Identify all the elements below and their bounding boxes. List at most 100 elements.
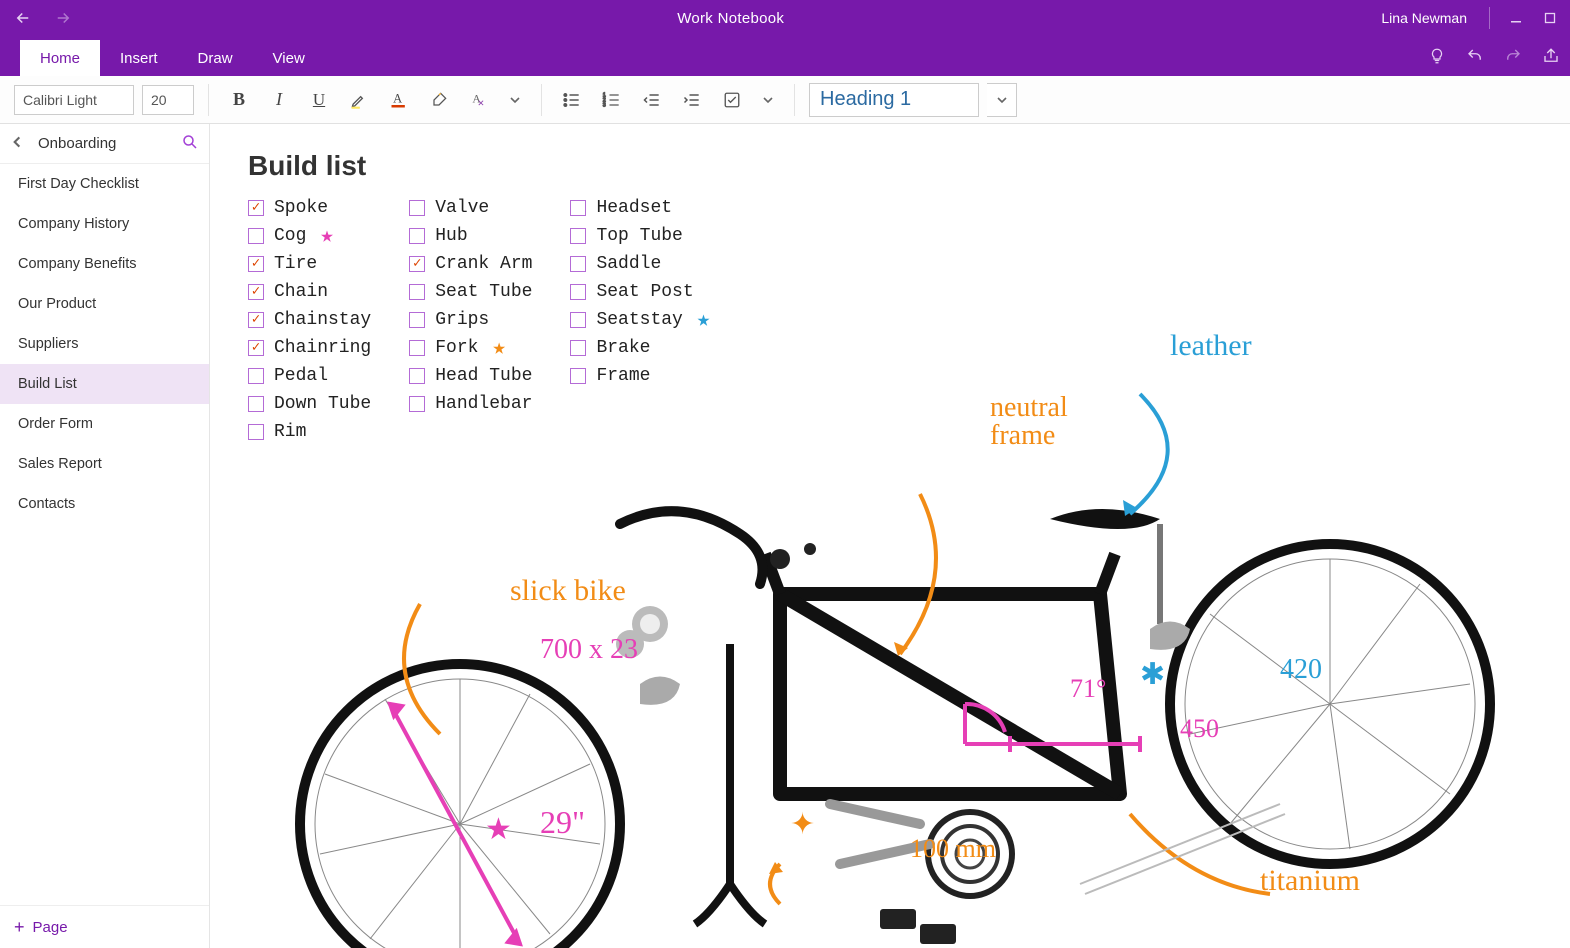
check-item[interactable]: Valve (409, 196, 532, 220)
number-list-button[interactable]: 123 (596, 84, 628, 116)
checkbox-icon[interactable] (409, 228, 425, 244)
check-label: Hub (435, 226, 467, 246)
tab-insert[interactable]: Insert (100, 40, 178, 76)
add-page-button[interactable]: + Page (0, 905, 209, 948)
checkbox-icon[interactable] (409, 284, 425, 300)
sidebar-page[interactable]: Our Product (0, 284, 209, 324)
check-label: Spoke (274, 198, 328, 218)
check-item[interactable]: Headset (570, 196, 710, 220)
italic-button[interactable]: I (263, 84, 295, 116)
check-item[interactable]: Spoke (248, 196, 371, 220)
check-label: Top Tube (596, 226, 682, 246)
checkbox-icon[interactable] (570, 228, 586, 244)
sidebar-page[interactable]: Build List (0, 364, 209, 404)
checkbox-icon[interactable] (248, 284, 264, 300)
tab-view[interactable]: View (253, 40, 325, 76)
tab-draw[interactable]: Draw (178, 40, 253, 76)
font-more-dropdown[interactable] (503, 94, 527, 106)
check-label: Crank Arm (435, 254, 532, 274)
outdent-button[interactable] (636, 84, 668, 116)
styles-dropdown[interactable] (987, 83, 1017, 117)
page-list: First Day ChecklistCompany HistoryCompan… (0, 164, 209, 905)
sidebar-page[interactable]: Sales Report (0, 444, 209, 484)
check-item[interactable]: Top Tube (570, 224, 710, 248)
check-item[interactable]: Tire (248, 252, 371, 276)
format-painter-button[interactable] (423, 84, 455, 116)
sidebar-page[interactable]: Company History (0, 204, 209, 244)
undo-icon (1466, 47, 1484, 65)
sidebar-page[interactable]: Order Form (0, 404, 209, 444)
check-item[interactable]: Chain (248, 280, 371, 304)
styles-select[interactable]: Heading 1 (809, 83, 979, 117)
annot-100: 100 mm (910, 834, 996, 864)
paragraph-more-dropdown[interactable] (756, 94, 780, 106)
tab-home[interactable]: Home (20, 40, 100, 76)
note-canvas[interactable]: Build list SpokeCog★TireChainChainstayCh… (210, 124, 1570, 948)
minimize-icon (1510, 12, 1522, 24)
user-label[interactable]: Lina Newman (1381, 10, 1467, 26)
checkbox-icon (723, 91, 741, 109)
bullets-icon (562, 90, 582, 110)
search-button[interactable] (181, 133, 199, 154)
plus-icon: + (14, 918, 25, 936)
brush-icon (429, 90, 449, 110)
checkbox-icon[interactable] (248, 256, 264, 272)
checkbox-icon[interactable] (570, 256, 586, 272)
section-back-button[interactable] (10, 135, 28, 152)
checkbox-icon[interactable] (409, 200, 425, 216)
check-item[interactable]: Cog★ (248, 224, 371, 248)
font-color-button[interactable]: A (383, 84, 415, 116)
back-button[interactable] (6, 3, 40, 33)
svg-text:✱: ✱ (1140, 658, 1165, 691)
section-name[interactable]: Onboarding (38, 135, 171, 152)
checkbox-icon[interactable] (409, 256, 425, 272)
annot-leather: leather (1170, 329, 1252, 363)
share-button[interactable] (1532, 36, 1570, 76)
check-item[interactable]: Saddle (570, 252, 710, 276)
highlight-button[interactable] (343, 84, 375, 116)
redo-button[interactable] (1494, 36, 1532, 76)
bullet-list-button[interactable] (556, 84, 588, 116)
font-name-input[interactable] (14, 85, 134, 115)
maximize-icon (1544, 12, 1556, 24)
annot-titanium: titanium (1260, 864, 1360, 898)
check-label: Cog (274, 226, 306, 246)
check-item[interactable]: Hub (409, 224, 532, 248)
check-item[interactable]: Seat Post (570, 280, 710, 304)
minimize-button[interactable] (1502, 4, 1530, 32)
annot-neutral: neutral frame (990, 394, 1068, 450)
sidebar-page[interactable]: First Day Checklist (0, 164, 209, 204)
font-size-input[interactable] (142, 85, 194, 115)
sidebar-page[interactable]: Suppliers (0, 324, 209, 364)
toolbar: B I U A A✕ 123 Heading 1 (0, 76, 1570, 124)
note-title[interactable]: Build list (210, 124, 1570, 196)
undo-button[interactable] (1456, 36, 1494, 76)
outdent-icon (642, 90, 662, 110)
maximize-button[interactable] (1536, 4, 1564, 32)
underline-button[interactable]: U (303, 84, 335, 116)
sidebar-page[interactable]: Company Benefits (0, 244, 209, 284)
font-color-icon: A (389, 90, 409, 110)
notebook-title[interactable]: Work Notebook (86, 10, 1375, 27)
svg-text:★: ★ (485, 813, 512, 846)
forward-button[interactable] (46, 3, 80, 33)
check-item[interactable]: Seat Tube (409, 280, 532, 304)
tips-button[interactable] (1418, 36, 1456, 76)
chevron-down-icon (762, 94, 774, 106)
checkbox-icon[interactable] (570, 200, 586, 216)
check-label: Seat Post (596, 282, 693, 302)
search-icon (181, 133, 199, 151)
svg-text:✦: ✦ (790, 808, 815, 841)
sidebar-page[interactable]: Contacts (0, 484, 209, 524)
chevron-left-icon (10, 135, 24, 149)
chevron-down-icon (996, 94, 1008, 106)
bold-button[interactable]: B (223, 84, 255, 116)
checkbox-icon[interactable] (248, 200, 264, 216)
checkbox-icon[interactable] (248, 228, 264, 244)
check-item[interactable]: Crank Arm (409, 252, 532, 276)
todo-tag-button[interactable] (716, 84, 748, 116)
check-label: Headset (596, 198, 672, 218)
indent-button[interactable] (676, 84, 708, 116)
checkbox-icon[interactable] (570, 284, 586, 300)
clear-formatting-button[interactable]: A✕ (463, 84, 495, 116)
